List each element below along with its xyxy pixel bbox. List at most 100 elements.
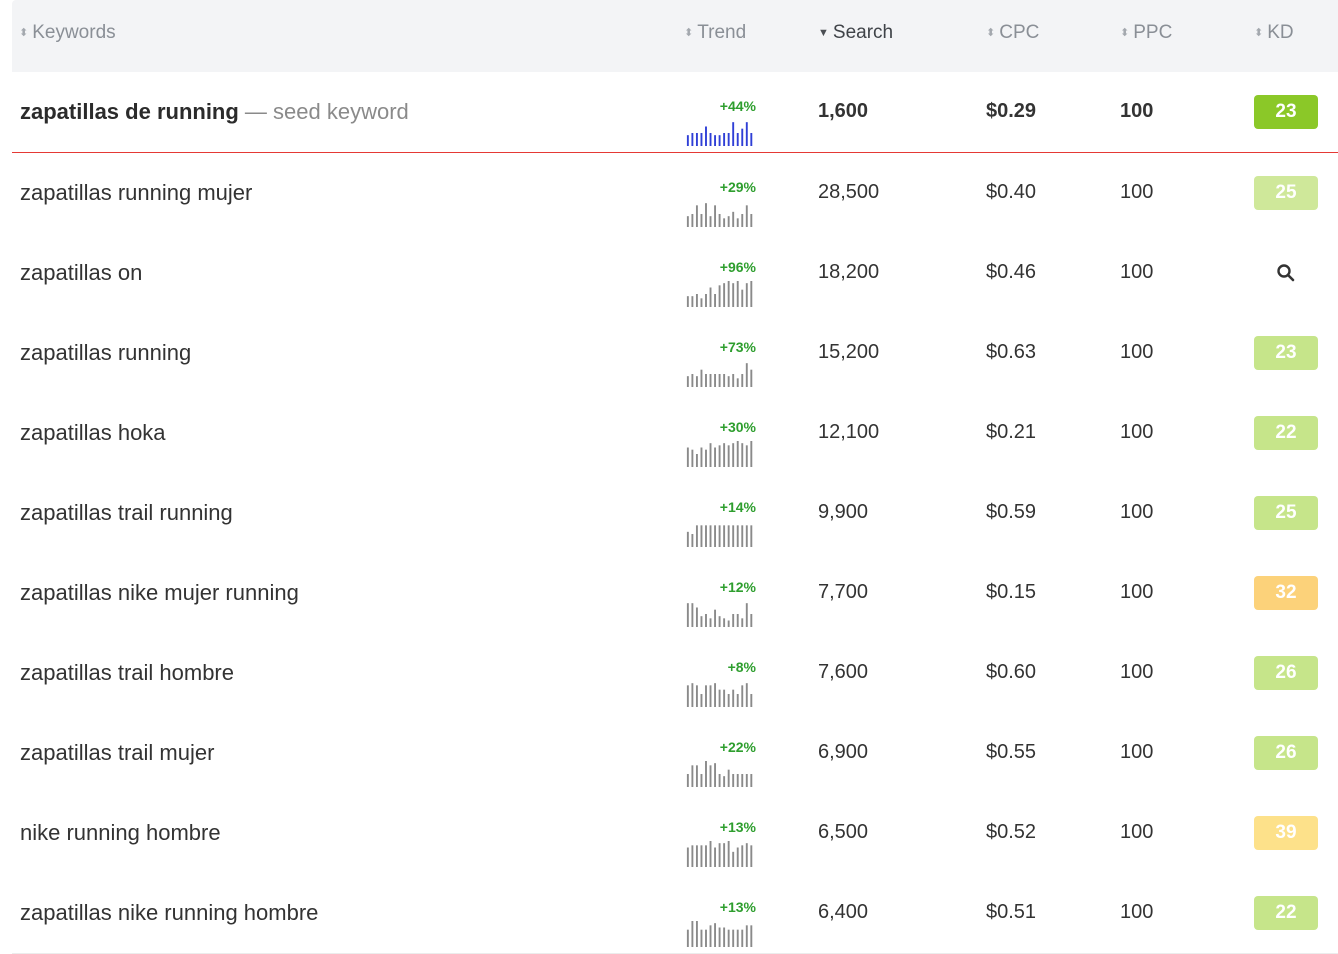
- trend-bar: [714, 923, 717, 947]
- table-row[interactable]: zapatillas nike mujer running +12% 7,700 $0…: [12, 553, 1338, 634]
- trend-bar: [700, 298, 703, 307]
- trend-bar: [736, 847, 739, 867]
- table-row[interactable]: zapatillas running +73% 15,200 $0.63 100 23: [12, 313, 1338, 394]
- kd-badge: 25: [1254, 496, 1318, 530]
- ppc-value: 100: [1120, 501, 1154, 523]
- seed-keyword-row[interactable]: zapatillas de running — seed keyword +44…: [12, 72, 1338, 153]
- trend-bar: [741, 618, 744, 627]
- trend-bar: [691, 296, 694, 307]
- trend-bar: [741, 845, 744, 867]
- table-row[interactable]: zapatillas trail running +14% 9,900 $0.59 10…: [12, 473, 1338, 554]
- column-header-trend[interactable]: ⬍ Trend: [684, 22, 746, 44]
- cpc-value: $0.21: [986, 421, 1037, 443]
- keyword-cell: zapatillas trail running: [20, 500, 233, 525]
- trend-bar: [723, 218, 726, 227]
- trend-cell: +13%: [684, 899, 756, 947]
- trend-cell: +22%: [684, 739, 756, 787]
- trend-bar: [718, 843, 721, 867]
- trend-bar: [686, 774, 689, 787]
- trend-bar: [750, 525, 753, 547]
- trend-sparkline: [686, 603, 753, 627]
- trend-percent: +22%: [719, 739, 756, 755]
- trend-bar: [727, 133, 730, 146]
- table-row[interactable]: nike running hombre +13% 6,500 $0.52 100 39: [12, 793, 1338, 874]
- trend-bar: [732, 211, 735, 227]
- column-header-search[interactable]: ▼ Search: [818, 22, 893, 44]
- search-icon[interactable]: [1276, 263, 1296, 283]
- keyword-cell: zapatillas trail mujer: [20, 740, 215, 765]
- table-row[interactable]: zapatillas trail hombre +8% 7,600 $0.60 100 2…: [12, 633, 1338, 714]
- ppc-value: 100: [1120, 421, 1154, 443]
- search-volume: 7,600: [818, 661, 869, 683]
- column-header-cpc[interactable]: ⬍ CPC: [986, 22, 1039, 44]
- trend-bar: [718, 689, 721, 707]
- trend-percent: +44%: [719, 98, 756, 114]
- trend-sparkline: [686, 921, 753, 947]
- trend-bar: [709, 685, 712, 707]
- trend-bar: [695, 454, 698, 467]
- trend-bar: [718, 285, 721, 307]
- trend-bar: [686, 135, 689, 146]
- trend-bar: [705, 374, 707, 387]
- table-row[interactable]: zapatillas nike running hombre +13% 6,400 $…: [12, 873, 1338, 954]
- trend-bar: [705, 845, 707, 867]
- trend-bar: [714, 763, 717, 787]
- trend-bar: [709, 133, 712, 146]
- table-row[interactable]: zapatillas on +96% 18,200 $0.46 100: [12, 233, 1338, 314]
- trend-bar: [732, 443, 735, 467]
- trend-bar: [736, 441, 739, 467]
- trend-bar: [741, 774, 744, 787]
- column-header-keywords[interactable]: ⬍ Keywords: [19, 22, 116, 44]
- trend-bar: [709, 216, 712, 227]
- trend-sparkline: [686, 525, 753, 547]
- trend-bar: [745, 603, 748, 627]
- trend-bar: [750, 214, 753, 227]
- cpc-value: $0.40: [986, 181, 1037, 203]
- table-row[interactable]: zapatillas running mujer +29% 28,500 $0.40 1…: [12, 153, 1338, 234]
- trend-bar: [695, 294, 698, 307]
- trend-sparkline: [686, 841, 753, 867]
- trend-bar: [686, 376, 689, 387]
- trend-percent: +14%: [719, 499, 756, 515]
- table-row[interactable]: zapatillas trail mujer +22% 6,900 $0.55 100 2…: [12, 713, 1338, 794]
- trend-sparkline: [686, 281, 753, 307]
- trend-bar: [705, 203, 707, 227]
- trend-bar: [718, 616, 721, 627]
- trend-bar: [750, 441, 753, 467]
- search-volume: 6,900: [818, 741, 869, 763]
- keyword-cell: zapatillas nike running hombre: [20, 900, 319, 925]
- trend-percent: +8%: [727, 659, 756, 675]
- trend-bar: [750, 774, 753, 787]
- search-volume: 7,700: [818, 581, 869, 603]
- cpc-value: $0.51: [986, 901, 1037, 923]
- trend-bar: [691, 534, 694, 547]
- trend-bar: [723, 443, 726, 467]
- trend-bar: [691, 845, 694, 867]
- trend-bar: [741, 443, 744, 467]
- search-volume: 12,100: [818, 421, 880, 443]
- column-header-kd[interactable]: ⬍ KD: [1254, 22, 1294, 44]
- trend-bar: [714, 205, 717, 227]
- keyword-table: ⬍ Keywords ⬍ Trend ▼ Search ⬍ CPC ⬍ PPC ⬍ KD z…: [12, 0, 1338, 954]
- ppc-value: 100: [1120, 581, 1154, 603]
- trend-bar: [723, 927, 726, 947]
- trend-bar: [745, 525, 748, 547]
- trend-cell: +13%: [684, 819, 756, 867]
- keyword-cell: zapatillas trail hombre: [20, 660, 234, 685]
- trend-bar: [705, 449, 707, 467]
- trend-bar: [714, 294, 717, 307]
- trend-bar: [727, 929, 730, 947]
- trend-bar: [691, 683, 694, 707]
- trend-bar: [732, 374, 735, 387]
- column-header-ppc[interactable]: ⬍ PPC: [1120, 22, 1172, 44]
- trend-bar: [709, 287, 712, 307]
- trend-bar: [705, 929, 707, 947]
- trend-cell: +73%: [684, 339, 756, 387]
- ppc-value: 100: [1120, 261, 1154, 283]
- trend-sparkline: [686, 441, 753, 467]
- trend-bar: [691, 214, 694, 227]
- trend-bar: [700, 525, 703, 547]
- table-row[interactable]: zapatillas hoka +30% 12,100 $0.21 100 22: [12, 393, 1338, 474]
- trend-bar: [695, 376, 698, 387]
- trend-cell: +44%: [684, 98, 756, 146]
